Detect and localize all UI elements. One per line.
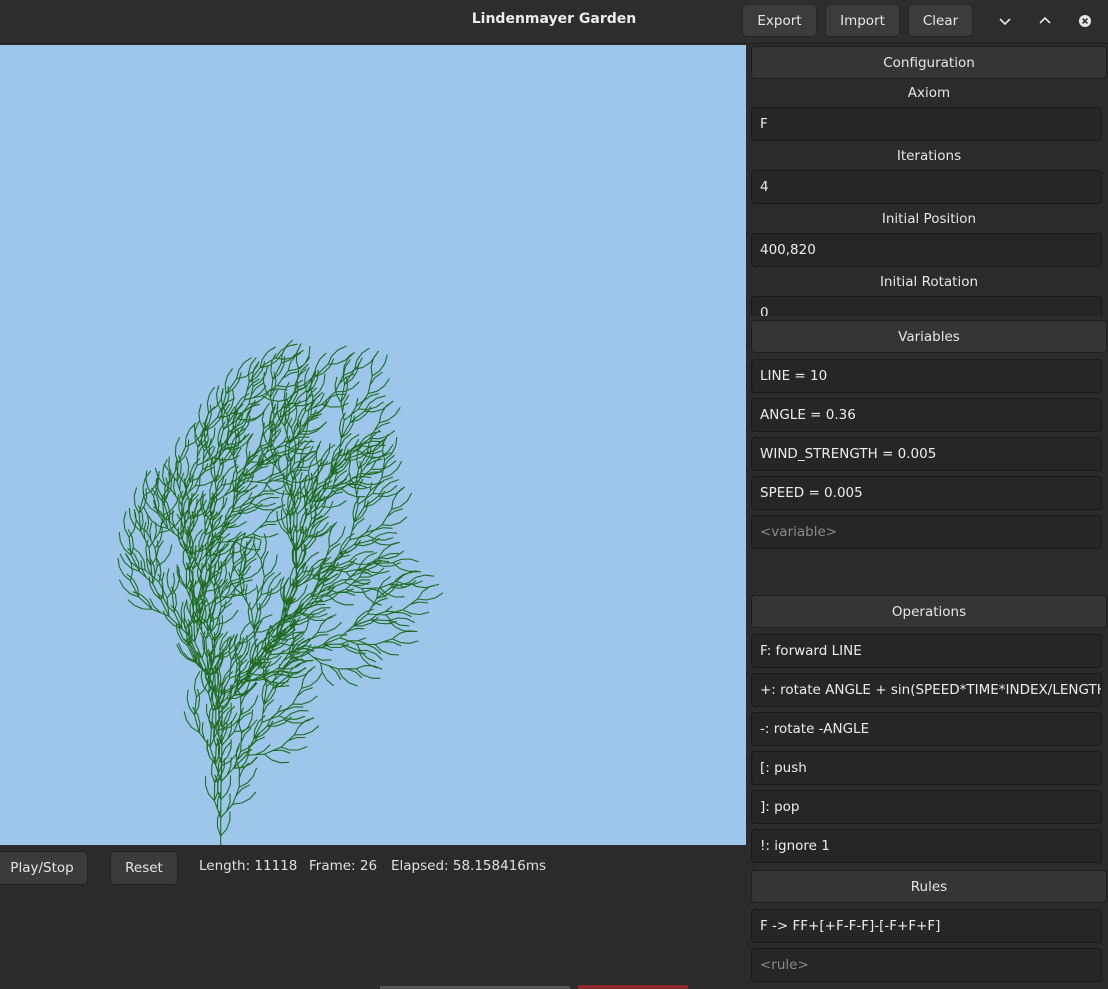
initial-rotation-field[interactable]: 0 — [751, 296, 1102, 316]
length-readout: Length: 11118 — [199, 858, 298, 874]
configuration-section[interactable]: Configuration Axiom F Iterations 4 Initi… — [747, 45, 1108, 316]
axiom-field[interactable]: F — [751, 107, 1102, 141]
initial-rotation-label: Initial Rotation — [879, 274, 979, 290]
plant-drawing — [117, 339, 444, 845]
variable-field[interactable]: LINE = 10 — [751, 359, 1102, 393]
operation-field[interactable]: ]: pop — [751, 790, 1102, 824]
configuration-header[interactable]: Configuration — [751, 46, 1107, 79]
axiom-label: Axiom — [907, 85, 951, 101]
variables-header[interactable]: Variables — [751, 320, 1107, 353]
chevron-up-icon — [1039, 16, 1051, 24]
close-button[interactable] — [1074, 10, 1096, 32]
iterations-label: Iterations — [896, 148, 962, 164]
import-button[interactable]: Import — [825, 4, 900, 37]
operation-field[interactable]: [: push — [751, 751, 1102, 785]
variable-field[interactable]: ANGLE = 0.36 — [751, 398, 1102, 432]
initial-position-label: Initial Position — [881, 211, 977, 227]
render-canvas[interactable] — [0, 45, 746, 845]
taskbar-strip — [380, 984, 710, 989]
plant-branches — [117, 339, 444, 845]
variable-field[interactable]: SPEED = 0.005 — [751, 476, 1102, 510]
chevron-down-icon — [999, 18, 1011, 26]
maximize-button[interactable] — [1034, 10, 1056, 32]
operation-field[interactable]: !: ignore 1 — [751, 829, 1102, 863]
playback-bar: Play/Stop Reset Length: 11118 Frame: 26 … — [0, 845, 747, 989]
close-circle-icon — [1079, 15, 1091, 27]
title-bar: Lindenmayer Garden Export Import Clear — [0, 0, 1108, 44]
operations-header[interactable]: Operations — [751, 595, 1107, 628]
rules-header[interactable]: Rules — [751, 870, 1107, 903]
operation-field[interactable]: F: forward LINE — [751, 634, 1102, 668]
play-stop-button[interactable]: Play/Stop — [0, 851, 88, 885]
operation-field[interactable]: +: rotate ANGLE + sin(SPEED*TIME*INDEX/L… — [751, 673, 1102, 707]
iterations-field[interactable]: 4 — [751, 170, 1102, 204]
operation-field[interactable]: -: rotate -ANGLE — [751, 712, 1102, 746]
export-button[interactable]: Export — [742, 4, 817, 37]
clear-button[interactable]: Clear — [908, 4, 973, 37]
variable-field[interactable]: WIND_STRENGTH = 0.005 — [751, 437, 1102, 471]
new-variable-input[interactable]: <variable> — [751, 515, 1102, 549]
frame-readout: Frame: 26 — [309, 858, 378, 874]
side-panel: Configuration Axiom F Iterations 4 Initi… — [747, 45, 1108, 989]
minimize-button[interactable] — [994, 10, 1016, 32]
new-rule-input[interactable]: <rule> — [751, 948, 1102, 982]
elapsed-readout: Elapsed: 58.158416ms — [391, 858, 547, 874]
initial-position-field[interactable]: 400,820 — [751, 233, 1102, 267]
reset-button[interactable]: Reset — [110, 851, 178, 885]
rule-field[interactable]: F -> FF+[+F-F-F]-[-F+F+F] — [751, 909, 1102, 943]
